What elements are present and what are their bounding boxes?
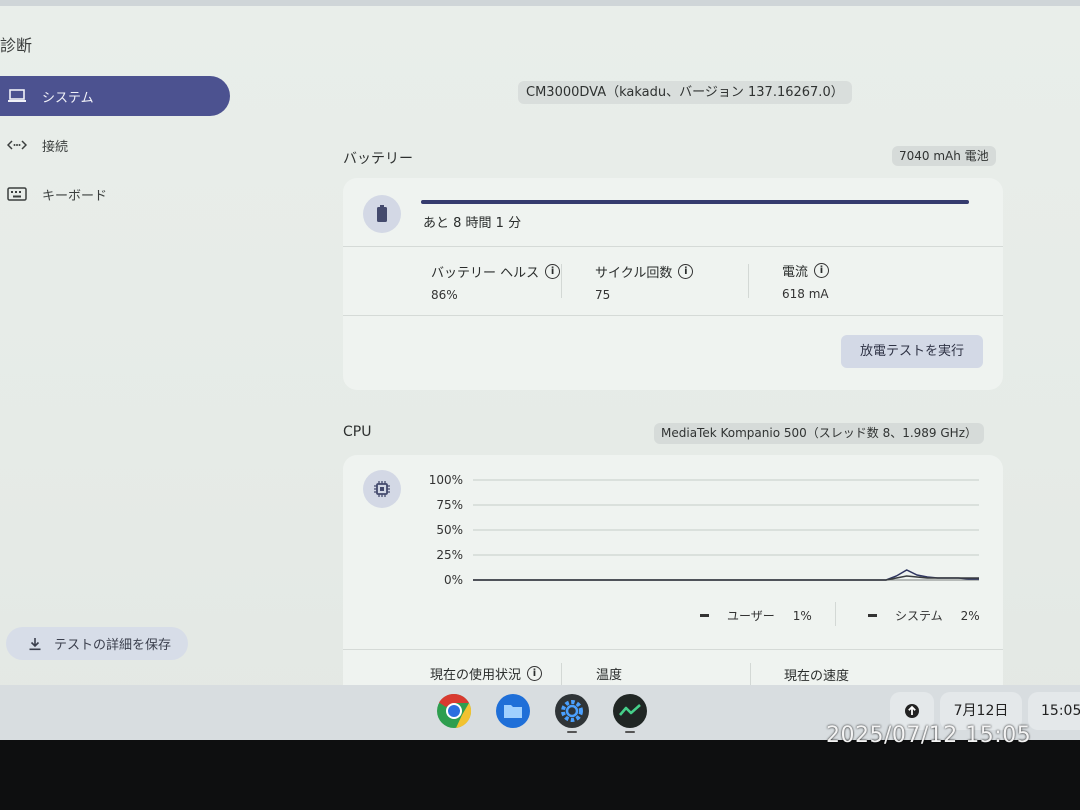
- sidebar-item-label: キーボード: [42, 188, 108, 204]
- stat-label: 電流: [782, 265, 809, 280]
- current-speed-stat: 現在の速度: [784, 665, 849, 684]
- battery-charge-fill: [421, 200, 969, 204]
- series-line-user: [473, 569, 979, 581]
- keyboard-icon: [6, 186, 28, 202]
- sidebar-nav: システム 接続 キーボード: [0, 76, 230, 223]
- app-title: 診断: [0, 36, 33, 55]
- stat-label: 現在の使用状況: [430, 668, 522, 683]
- settings-icon[interactable]: [554, 693, 590, 729]
- sidebar-item-label: システム: [42, 90, 94, 106]
- battery-remaining-time: あと 8 時間 1 分: [423, 216, 522, 231]
- legend-swatch: [700, 614, 709, 617]
- stat-label: バッテリー ヘルス: [431, 266, 540, 281]
- series-line-system: [473, 575, 979, 581]
- device-info-chip: CM3000DVA（kakadu、バージョン 137.16267.0）: [518, 81, 852, 104]
- legend-system: システム 2%: [868, 607, 980, 624]
- temperature-stat: 温度: [596, 664, 622, 683]
- y-tick-label: 25%: [436, 548, 463, 562]
- sidebar-item-connection[interactable]: 接続: [0, 125, 230, 165]
- legend-label: ユーザー: [727, 609, 775, 623]
- y-tick-label: 75%: [436, 498, 463, 512]
- info-icon[interactable]: i: [527, 666, 543, 681]
- battery-card: あと 8 時間 1 分 バッテリー ヘルス i 86% サイクル回数 i 75 …: [343, 178, 1003, 390]
- legend-swatch: [868, 614, 877, 617]
- time-button[interactable]: 15:05: [1028, 692, 1080, 730]
- stat-label: 現在の速度: [784, 669, 850, 684]
- divider: [343, 315, 1003, 316]
- stat-value: 618 mA: [782, 287, 829, 301]
- legend-value: 1%: [792, 608, 812, 623]
- files-icon[interactable]: [495, 693, 531, 729]
- legend-separator: [835, 602, 836, 626]
- run-discharge-test-button[interactable]: 放電テストを実行: [841, 335, 983, 368]
- y-tick-label: 100%: [429, 473, 463, 487]
- diagnostics-app: 診断 システム 接続 キーボード テストの詳細を保存 CM3000DVA（kak…: [0, 0, 1080, 740]
- diagnostics-icon[interactable]: [612, 693, 648, 729]
- cycle-count-stat: サイクル回数 i 75: [595, 262, 694, 302]
- sidebar-item-label: 接続: [42, 139, 69, 155]
- info-icon[interactable]: i: [678, 264, 694, 279]
- battery-health-stat: バッテリー ヘルス i 86%: [431, 262, 561, 302]
- stat-separator: [748, 264, 749, 298]
- laptop-icon: [6, 88, 28, 104]
- chrome-icon[interactable]: [436, 693, 472, 729]
- y-tick-label: 50%: [436, 523, 463, 537]
- sidebar-item-system[interactable]: システム: [0, 76, 230, 116]
- stat-value: 86%: [431, 288, 458, 302]
- battery-icon: [363, 195, 401, 233]
- connection-icon: [6, 137, 28, 153]
- current-stat: 電流 i 618 mA: [782, 261, 830, 301]
- running-indicator: [567, 731, 577, 733]
- sidebar-item-keyboard[interactable]: キーボード: [0, 174, 230, 214]
- stat-separator: [561, 264, 562, 298]
- info-icon[interactable]: i: [545, 264, 561, 279]
- download-icon: [24, 636, 46, 652]
- current-usage-stat: 現在の使用状況 i: [430, 664, 543, 683]
- photo-timestamp: 2025/07/12 15:05: [826, 723, 1032, 748]
- legend-label: システム: [895, 609, 943, 623]
- battery-section-title: バッテリー: [343, 151, 413, 167]
- cpu-card: 100% 75% 50% 25% 0% ユーザー 1% システム 2% 現在の使用状況 …: [343, 455, 1003, 715]
- window-top-edge: [0, 0, 1080, 6]
- battery-charge-bar: [421, 200, 969, 204]
- divider: [343, 246, 1003, 247]
- battery-capacity-chip: 7040 mAh 電池: [892, 146, 996, 166]
- legend-user: ユーザー 1%: [700, 607, 812, 624]
- stat-value: 75: [595, 288, 611, 302]
- cpu-section-title: CPU: [343, 424, 372, 440]
- cpu-model-chip: MediaTek Kompanio 500（スレッド数 8、1.989 GHz）: [654, 423, 984, 444]
- save-test-details-button[interactable]: テストの詳細を保存: [6, 627, 188, 660]
- monitor-bezel: [0, 740, 1080, 810]
- stat-label: 温度: [596, 668, 623, 683]
- y-tick-label: 0%: [444, 573, 463, 587]
- stat-label: サイクル回数: [595, 266, 673, 281]
- info-icon[interactable]: i: [814, 263, 830, 278]
- divider: [343, 649, 1003, 650]
- save-button-label: テストの詳細を保存: [54, 638, 172, 653]
- cpu-usage-chart: 100% 75% 50% 25% 0%: [429, 473, 979, 587]
- legend-value: 2%: [960, 608, 980, 623]
- running-indicator: [625, 731, 635, 733]
